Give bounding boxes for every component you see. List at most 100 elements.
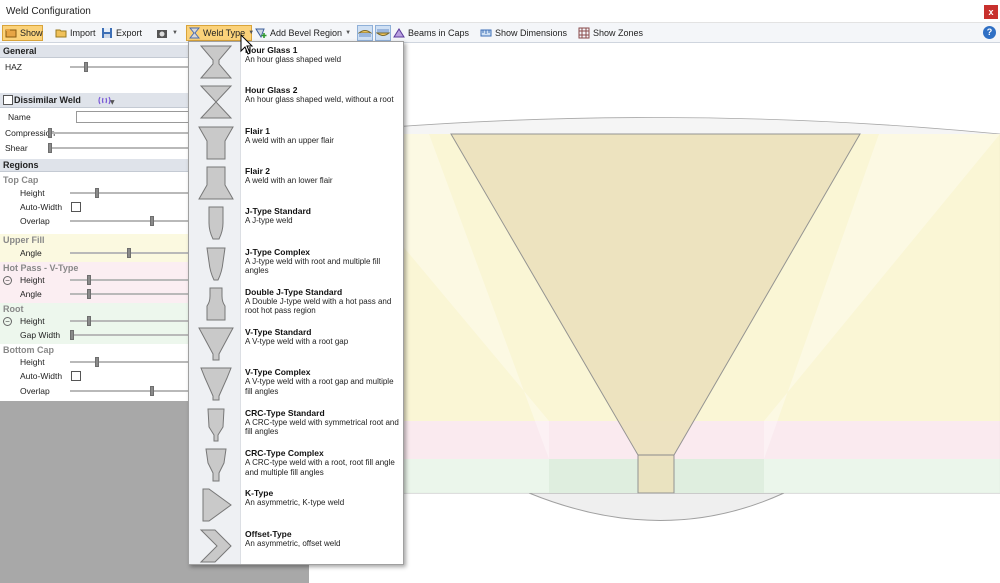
root-gap-width-slider[interactable] [70, 329, 188, 341]
weld-type-item[interactable]: Flair 1A weld with an upper flair [189, 123, 405, 163]
hourglass-2-icon [199, 85, 233, 119]
top-cap-overlap-label: Overlap [20, 216, 50, 226]
weld-type-item[interactable]: V-Type Complex A V-type weld with a root … [189, 364, 405, 404]
top-cap-title: Top Cap [3, 175, 39, 185]
import-button[interactable]: Import [55, 25, 96, 41]
top-cap-toggle[interactable] [357, 25, 373, 41]
weld-type-item[interactable]: CRC-Type Complex A CRC-type weld with a r… [189, 445, 405, 485]
k-type-icon [202, 488, 232, 522]
add-bevel-dropdown-caret: ▼ [345, 30, 352, 36]
dissimilar-weld-label: Dissimilar Weld [14, 95, 81, 105]
show-zones-button[interactable]: Show Zones [578, 25, 643, 41]
hot-pass-height-label: Height [20, 275, 45, 285]
weld-type-title: CRC-Type Complex [245, 448, 324, 458]
top-cap-overlap-slider[interactable] [70, 215, 188, 227]
bottom-cap-height-slider[interactable] [70, 356, 188, 368]
weld-type-description: A weld with an upper flair [245, 135, 334, 145]
flair-1-icon [198, 126, 234, 160]
weld-type-item[interactable]: Flair 2A weld with an lower flair [189, 163, 405, 203]
save-icon [102, 28, 112, 38]
weld-type-dropdown: Hour Glass 1 An hour glass shaped weld Hou… [188, 41, 404, 565]
title-bar: Weld Configuration x [0, 0, 1000, 23]
weld-type-description: A Double J-type weld with a hot pass and… [245, 296, 392, 316]
weld-type-description: A V-type weld with a root gap [245, 337, 349, 347]
weld-type-description: A J-type weld with root and multiple fil… [245, 256, 381, 276]
name-input[interactable] [76, 111, 190, 123]
weld-type-title: Hour Glass 2 [245, 85, 298, 96]
dissimilar-weld-checkbox[interactable] [3, 95, 13, 105]
v-type-standard-icon [198, 327, 234, 361]
j-type-complex-icon [206, 247, 226, 280]
bottom-cap-overlap-label: Overlap [20, 386, 50, 396]
crc-type-complex-icon [205, 448, 227, 482]
weld-type-description: A CRC-type weld with symmetrical root an… [245, 417, 399, 437]
weld-type-item[interactable]: Double J-Type Standard A Double J-type we… [189, 284, 405, 324]
weld-type-description: An asymmetric, offset weld [245, 538, 341, 548]
close-button[interactable]: x [984, 5, 998, 19]
root-title: Root [3, 304, 24, 314]
bottom-cap-autowidth-label: Auto-Width [20, 371, 63, 381]
bottom-cap-overlap-slider[interactable] [70, 385, 188, 397]
weld-type-item[interactable]: J-Type Standard A J-type weld [189, 203, 405, 243]
show-label: Show [20, 28, 43, 38]
weld-type-label: Weld Type [203, 28, 246, 38]
add-bevel-region-label: Add Bevel Region [270, 28, 343, 38]
top-cap-height-label: Height [20, 188, 45, 198]
top-cap-autowidth-checkbox[interactable] [71, 202, 81, 212]
camera-button[interactable]: ▼ [156, 25, 178, 41]
toolbar: Show Import Export ▼ Weld Type ▼ Add Bev… [0, 23, 1000, 43]
sound-wave-icon[interactable]: ▼ [97, 95, 115, 106]
weld-type-title: Offset-Type [245, 528, 292, 539]
weld-type-title: Flair 1 [245, 125, 271, 136]
compression-slider[interactable] [48, 127, 188, 139]
export-button[interactable]: Export [101, 25, 142, 41]
weld-type-title: Flair 2 [245, 165, 271, 176]
shear-label: Shear [5, 143, 28, 153]
upper-fill-angle-slider[interactable] [70, 247, 188, 259]
weld-type-title: K-Type [245, 488, 274, 499]
show-dimensions-label: Show Dimensions [495, 28, 568, 38]
upper-fill-title: Upper Fill [3, 235, 45, 245]
weld-preview-canvas[interactable] [308, 43, 1000, 583]
weld-type-title: V-Type Complex [245, 367, 311, 378]
add-bevel-region-button[interactable]: Add Bevel Region ▼ [255, 25, 351, 41]
weld-configuration-window: Weld Configuration x Show Import Export … [0, 0, 1000, 583]
weld-type-item[interactable]: K-Type An asymmetric, K-type weld [189, 485, 405, 525]
weld-type-item[interactable]: V-Type Standard A V-type weld with a root… [189, 324, 405, 364]
hot-pass-height-slider[interactable] [70, 274, 188, 286]
mouse-cursor-icon [240, 34, 254, 55]
weld-type-description: An asymmetric, K-type weld [245, 498, 345, 508]
weld-type-item[interactable]: J-Type Complex A J-type weld with root an… [189, 244, 405, 284]
bottom-cap-toggle[interactable] [375, 25, 391, 41]
weld-type-item[interactable]: Offset-Type An asymmetric, offset weld [189, 526, 405, 566]
top-cap-height-slider[interactable] [70, 187, 188, 199]
show-button[interactable]: Show [2, 25, 43, 41]
weld-type-item[interactable]: Hour Glass 2 An hour glass shaped weld, w… [189, 82, 405, 122]
hot-pass-title: Hot Pass - V-Type [3, 263, 79, 273]
weld-type-title: J-Type Standard [245, 206, 311, 217]
weld-type-item[interactable]: Hour Glass 1 An hour glass shaped weld [189, 42, 405, 82]
v-type-complex-icon [200, 367, 232, 401]
beams-in-caps-button[interactable]: Beams in Caps [393, 25, 469, 41]
haz-label: HAZ [5, 62, 22, 72]
weld-type-description: A CRC-type weld with a root, root fill a… [245, 458, 395, 477]
crc-type-standard-icon [207, 408, 225, 442]
camera-dropdown-caret: ▼ [172, 30, 178, 36]
weld-type-title: J-Type Complex [245, 246, 311, 257]
offset-type-icon [199, 529, 232, 563]
hot-pass-angle-slider[interactable] [70, 288, 188, 300]
haz-slider[interactable] [70, 61, 188, 73]
weld-type-description: An hour glass shaped weld, without a roo… [245, 95, 394, 105]
show-dimensions-button[interactable]: Show Dimensions [480, 25, 567, 41]
export-label: Export [116, 28, 143, 38]
bottom-cap-autowidth-checkbox[interactable] [71, 371, 81, 381]
weld-diagram [308, 117, 1000, 521]
shear-slider[interactable] [48, 142, 188, 154]
weld-type-description: A weld with an lower flair [245, 175, 333, 185]
top-cap-autowidth-label: Auto-Width [20, 202, 63, 212]
root-height-slider[interactable] [70, 315, 188, 327]
weld-type-description: A V-type weld with a root gap and multip… [245, 377, 394, 396]
weld-type-item[interactable]: CRC-Type Standard A CRC-type weld with sy… [189, 405, 405, 445]
weld-type-title: V-Type Standard [245, 327, 312, 338]
help-icon[interactable]: ? [983, 26, 996, 39]
